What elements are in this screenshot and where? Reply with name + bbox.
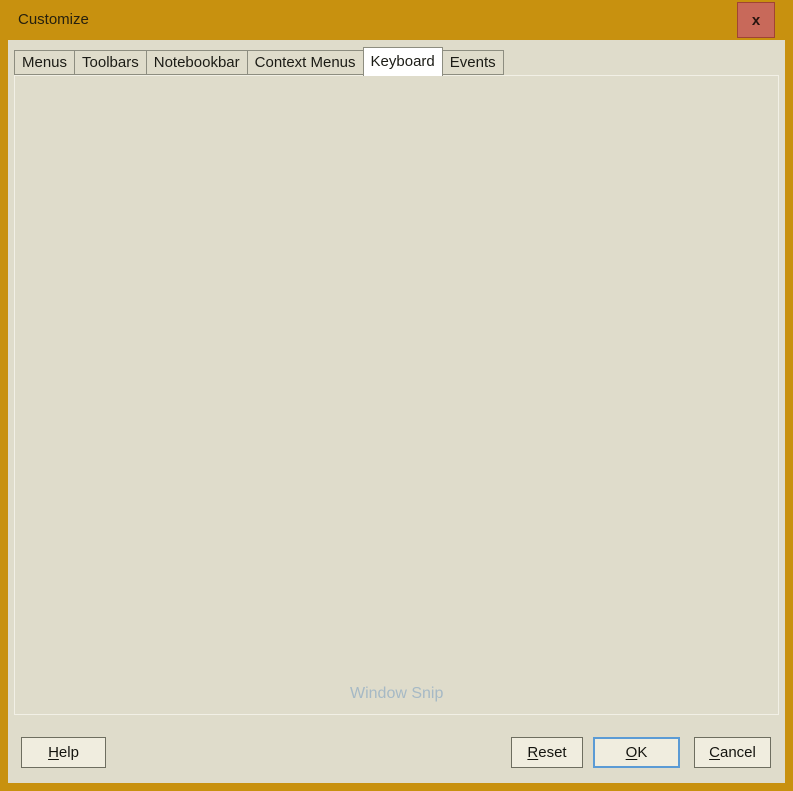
customize-dialog: Customize x Menus Toolbars Notebookbar C…	[0, 0, 793, 791]
tab-bar: Menus Toolbars Notebookbar Context Menus…	[14, 47, 504, 75]
close-button[interactable]: x	[737, 2, 775, 38]
tab-events[interactable]: Events	[442, 50, 504, 75]
tab-toolbars[interactable]: Toolbars	[74, 50, 147, 75]
ok-button[interactable]: OK	[593, 737, 680, 768]
close-icon: x	[752, 12, 760, 29]
tab-menus[interactable]: Menus	[14, 50, 75, 75]
titlebar[interactable]: Customize x	[0, 0, 793, 40]
dialog-title: Customize	[18, 0, 89, 40]
help-button[interactable]: Help	[21, 737, 106, 768]
tab-notebookbar[interactable]: Notebookbar	[146, 50, 248, 75]
tab-context-menus[interactable]: Context Menus	[247, 50, 364, 75]
tab-keyboard[interactable]: Keyboard	[363, 47, 443, 76]
dialog-body: Menus Toolbars Notebookbar Context Menus…	[8, 40, 785, 783]
cancel-button[interactable]: Cancel	[694, 737, 771, 768]
reset-button[interactable]: Reset	[511, 737, 583, 768]
keyboard-tab-panel	[14, 75, 779, 715]
